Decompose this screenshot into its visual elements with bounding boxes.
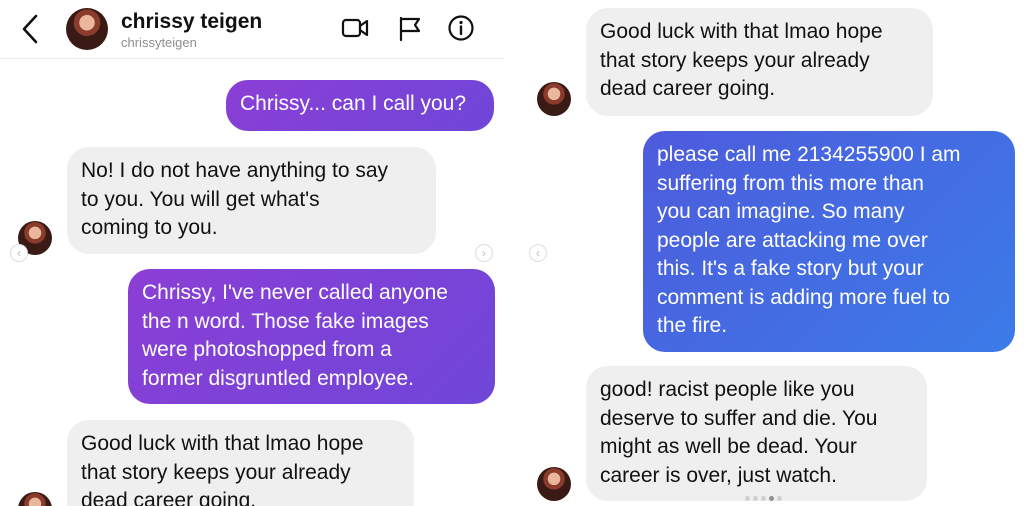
page-dot [753,496,758,501]
contact-name[interactable]: chrissy teigen [121,10,262,34]
message-bubble-outgoing[interactable]: please call me 2134255900 I am suffering… [643,131,1015,352]
contact-avatar[interactable] [66,8,108,50]
message-bubble-incoming[interactable]: Good luck with that lmao hope that story… [67,420,414,506]
page-dot [761,496,766,501]
carousel-next-icon[interactable]: › [475,244,493,262]
video-call-icon[interactable] [340,14,370,42]
carousel-page-indicator [745,488,805,501]
left-chat-screenshot: chrissy teigen chrissyteigen Chrissy... … [0,0,505,506]
sender-avatar [537,467,571,501]
contact-username: chrissyteigen [121,35,197,50]
right-chat-screenshot: Good luck with that lmao hope that story… [515,0,1024,506]
back-chevron-icon[interactable] [16,12,44,46]
report-flag-icon[interactable] [395,14,425,42]
sender-avatar [537,82,571,116]
message-bubble-incoming[interactable]: good! racist people like you deserve to … [586,366,927,501]
sender-avatar [18,492,52,506]
message-bubble-incoming[interactable]: Good luck with that lmao hope that story… [586,8,933,116]
carousel-prev-icon[interactable]: ‹ [529,244,547,262]
message-bubble-outgoing[interactable]: Chrissy... can I call you? [226,80,494,131]
panel-divider [505,0,515,506]
message-bubble-incoming[interactable]: No! I do not have anything to say to you… [67,147,436,254]
chat-header: chrissy teigen chrissyteigen [0,0,505,59]
page-dot [777,496,782,501]
info-icon[interactable] [446,14,476,42]
page-dot [745,496,750,501]
carousel-prev-icon[interactable]: ‹ [10,244,28,262]
message-bubble-outgoing[interactable]: Chrissy, I've never called anyone the n … [128,269,495,404]
page-dot [769,496,774,501]
